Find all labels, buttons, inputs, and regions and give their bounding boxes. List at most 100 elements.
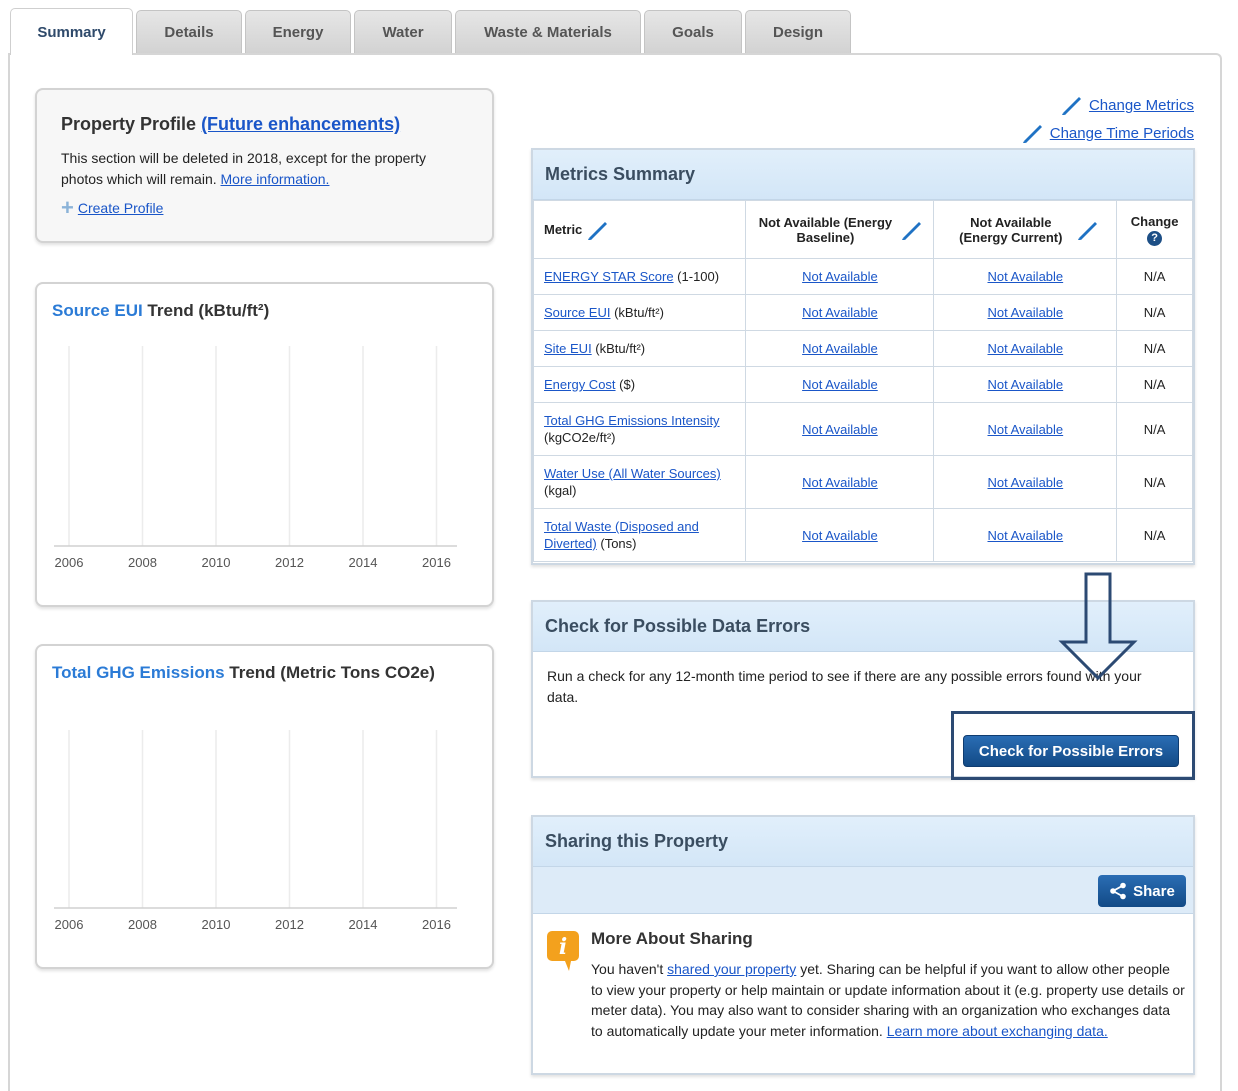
- not-available-link[interactable]: Not Available: [802, 341, 878, 356]
- change-cell: N/A: [1116, 455, 1193, 509]
- property-profile-heading: Property Profile: [61, 114, 197, 134]
- x-tick-label: 2008: [128, 555, 157, 570]
- x-tick-label: 2014: [349, 555, 378, 570]
- change-cell: N/A: [1116, 508, 1193, 562]
- metric-unit: (Tons): [596, 536, 637, 551]
- tab-waste-materials[interactable]: Waste & Materials: [455, 10, 641, 54]
- create-profile-link[interactable]: Create Profile: [78, 200, 164, 216]
- change-metrics-link[interactable]: Change Metrics: [1089, 97, 1194, 114]
- learn-more-exchanging-data-link[interactable]: Learn more about exchanging data.: [887, 1023, 1108, 1039]
- sharing-title: Sharing this Property: [533, 817, 1193, 867]
- pencil-icon[interactable]: [1076, 219, 1100, 241]
- tab-bar: Summary Details Energy Water Waste & Mat…: [10, 8, 854, 55]
- create-profile-button[interactable]: + Create Profile: [61, 197, 164, 219]
- sharing-text-part: You haven't: [591, 961, 668, 977]
- not-available-link[interactable]: Not Available: [802, 422, 878, 437]
- metric-column-header: Metric: [532, 200, 747, 259]
- not-available-link[interactable]: Not Available: [802, 528, 878, 543]
- baseline-cell: Not Available: [745, 455, 935, 509]
- metric-link[interactable]: ENERGY STAR Score: [544, 269, 674, 284]
- not-available-link[interactable]: Not Available: [802, 377, 878, 392]
- more-information-link[interactable]: More information.: [221, 171, 330, 187]
- metrics-summary-title: Metrics Summary: [533, 150, 1193, 200]
- x-tick-label: 2016: [422, 555, 451, 570]
- highlight-box-annotation: [951, 711, 1195, 780]
- not-available-link[interactable]: Not Available: [802, 475, 878, 490]
- current-cell: Not Available: [933, 455, 1118, 509]
- baseline-cell: Not Available: [745, 402, 935, 456]
- baseline-cell: Not Available: [745, 294, 935, 331]
- property-profile-description: This section will be deleted in 2018, ex…: [61, 148, 461, 190]
- more-about-sharing-text: You haven't shared your property yet. Sh…: [591, 959, 1185, 1041]
- tab-summary[interactable]: Summary: [10, 8, 133, 55]
- not-available-link[interactable]: Not Available: [988, 377, 1064, 392]
- x-tick-label: 2016: [422, 917, 451, 932]
- baseline-cell: Not Available: [745, 366, 935, 403]
- current-cell: Not Available: [933, 330, 1118, 367]
- x-tick-label: 2010: [202, 917, 231, 932]
- not-available-link[interactable]: Not Available: [988, 528, 1064, 543]
- metric-link[interactable]: Energy Cost: [544, 377, 616, 392]
- x-tick-label: 2006: [55, 917, 84, 932]
- chart-plot: 2006 2008 2010 2012 2014 2016: [54, 346, 457, 570]
- baseline-cell: Not Available: [745, 258, 935, 295]
- tab-design[interactable]: Design: [745, 10, 851, 54]
- metric-edit-links: Change Metrics Change Time Periods: [1021, 91, 1194, 147]
- x-tick-label: 2010: [202, 555, 231, 570]
- x-tick-label: 2008: [128, 917, 157, 932]
- baseline-cell: Not Available: [745, 330, 935, 367]
- change-header-label: Change: [1130, 213, 1179, 229]
- tab-water[interactable]: Water: [354, 10, 452, 54]
- metric-link[interactable]: Water Use (All Water Sources): [544, 466, 721, 481]
- table-row: Energy Cost ($) Not Available Not Availa…: [532, 366, 1193, 403]
- share-toolbar: Share: [533, 867, 1193, 914]
- metric-cell: ENERGY STAR Score (1-100): [532, 258, 747, 295]
- not-available-link[interactable]: Not Available: [802, 305, 878, 320]
- baseline-header-label: Not Available (Energy Baseline): [758, 214, 893, 245]
- table-row: Total GHG Emissions Intensity (kgCO2e/ft…: [532, 402, 1193, 456]
- metric-cell: Energy Cost ($): [532, 366, 747, 403]
- current-column-header: Not Available (Energy Current): [933, 200, 1118, 259]
- shared-your-property-link[interactable]: shared your property: [667, 961, 796, 977]
- tab-energy[interactable]: Energy: [245, 10, 351, 54]
- change-metrics-button[interactable]: Change Metrics: [1021, 91, 1194, 119]
- not-available-link[interactable]: Not Available: [802, 269, 878, 284]
- metric-link[interactable]: Site EUI: [544, 341, 592, 356]
- change-time-periods-button[interactable]: Change Time Periods: [1021, 119, 1194, 147]
- share-button[interactable]: Share: [1098, 875, 1186, 907]
- metric-link[interactable]: Total GHG Emissions Intensity: [544, 413, 720, 428]
- pencil-icon[interactable]: [900, 219, 924, 241]
- current-cell: Not Available: [933, 366, 1118, 403]
- metric-unit: (kgal): [544, 483, 577, 498]
- pencil-icon: [1022, 125, 1042, 143]
- metric-unit: (1-100): [673, 269, 720, 284]
- change-time-periods-link[interactable]: Change Time Periods: [1050, 125, 1194, 142]
- property-profile-title: Property Profile (Future enhancements): [61, 114, 400, 135]
- pencil-icon[interactable]: [586, 219, 610, 241]
- change-cell: N/A: [1116, 366, 1193, 403]
- help-icon[interactable]: ?: [1147, 230, 1163, 246]
- metric-unit: (kBtu/ft²): [610, 305, 664, 320]
- property-profile-card: Property Profile (Future enhancements) T…: [35, 88, 494, 243]
- not-available-link[interactable]: Not Available: [988, 341, 1064, 356]
- table-row: Total Waste (Disposed and Diverted) (Ton…: [532, 508, 1193, 562]
- change-column-header: Change ?: [1116, 200, 1193, 259]
- metrics-table: Metric Not Available (Energy Baseline) N…: [532, 200, 1193, 562]
- not-available-link[interactable]: Not Available: [988, 422, 1064, 437]
- more-about-sharing-title: More About Sharing: [591, 929, 753, 948]
- metric-link[interactable]: Source EUI: [544, 305, 610, 320]
- metric-cell: Total Waste (Disposed and Diverted) (Ton…: [532, 508, 747, 562]
- not-available-link[interactable]: Not Available: [988, 305, 1064, 320]
- future-enhancements-link[interactable]: (Future enhancements): [201, 114, 400, 134]
- tab-goals[interactable]: Goals: [644, 10, 742, 54]
- not-available-link[interactable]: Not Available: [988, 269, 1064, 284]
- metric-unit: (kBtu/ft²): [591, 341, 646, 356]
- down-arrow-annotation: [1058, 572, 1138, 681]
- metrics-header-row: Metric Not Available (Energy Baseline) N…: [532, 200, 1193, 259]
- x-tick-label: 2012: [275, 917, 304, 932]
- tab-details[interactable]: Details: [136, 10, 242, 54]
- baseline-cell: Not Available: [745, 508, 935, 562]
- x-tick-label: 2014: [349, 917, 378, 932]
- not-available-link[interactable]: Not Available: [988, 475, 1064, 490]
- info-icon: i: [547, 931, 579, 971]
